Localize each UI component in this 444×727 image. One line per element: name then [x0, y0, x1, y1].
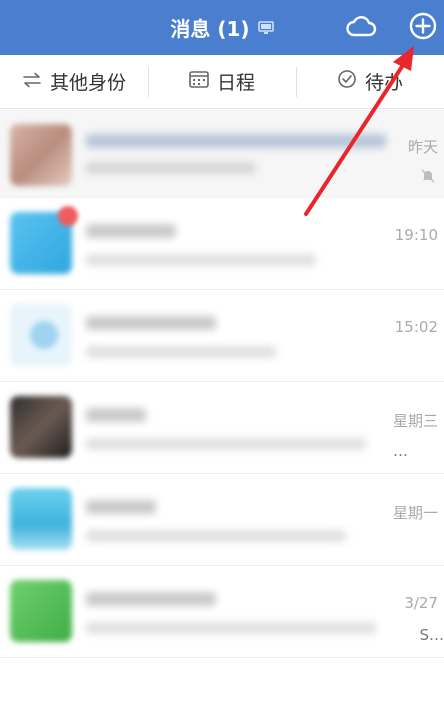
- list-item[interactable]: 昨天: [0, 110, 444, 198]
- timestamp: 星期一: [392, 504, 438, 522]
- preview-tail: S…: [419, 626, 444, 644]
- tab-other-identity[interactable]: 其他身份: [0, 55, 148, 108]
- conversation-preview: [86, 622, 376, 634]
- quick-tabs: 其他身份 日程 待办: [0, 55, 444, 109]
- avatar: [10, 580, 72, 642]
- conversation-list: 昨天 19:10 15:02 星期三 … 星期一 3/27 S…: [0, 110, 444, 658]
- tab-schedule[interactable]: 日程: [148, 55, 296, 108]
- tab-label: 其他身份: [49, 72, 126, 94]
- timestamp: 昨天: [407, 138, 438, 156]
- monitor-icon: [257, 16, 274, 40]
- cloud-button[interactable]: [343, 10, 379, 46]
- page-title-text: 消息 (1): [170, 17, 250, 41]
- timestamp: 19:10: [394, 226, 438, 244]
- cloud-icon: [345, 13, 377, 43]
- list-item[interactable]: 15:02: [0, 290, 444, 382]
- top-bar: 消息 (1): [0, 0, 444, 55]
- add-button[interactable]: [405, 10, 441, 46]
- calendar-icon: [189, 70, 209, 93]
- conversation-name: [86, 408, 146, 422]
- conversation-name: [86, 316, 216, 330]
- conversation-name: [86, 500, 156, 514]
- conversation-preview: [86, 530, 346, 542]
- avatar: [10, 488, 72, 550]
- conversation-preview: [86, 254, 316, 266]
- conversation-name: [86, 592, 216, 606]
- timestamp: 15:02: [394, 318, 438, 336]
- list-item[interactable]: 星期一: [0, 474, 444, 566]
- conversation-preview: [86, 438, 366, 450]
- switch-arrows-icon: [22, 71, 42, 93]
- plus-circle-icon: [408, 11, 438, 45]
- list-item[interactable]: 3/27 S…: [0, 566, 444, 658]
- mute-bell-icon: [420, 168, 436, 188]
- unread-badge: [58, 206, 78, 226]
- avatar: [10, 396, 72, 458]
- timestamp: 星期三: [392, 412, 438, 430]
- tab-todo[interactable]: 待办: [296, 55, 444, 108]
- check-circle-icon: [337, 69, 357, 94]
- tab-label: 待办: [364, 72, 403, 94]
- list-item[interactable]: 星期三 …: [0, 382, 444, 474]
- conversation-preview: [86, 346, 276, 358]
- timestamp: 3/27: [404, 594, 438, 612]
- conversation-preview: [86, 162, 256, 174]
- preview-ellipsis: …: [393, 442, 408, 460]
- tab-label: 日程: [216, 72, 255, 94]
- conversation-name: [86, 224, 176, 238]
- screen: 消息 (1) 其他身份 日程 待办 昨天 19:10 15:02 星期三 … 星…: [0, 0, 444, 727]
- avatar: [10, 304, 72, 366]
- list-item[interactable]: 19:10: [0, 198, 444, 290]
- avatar: [10, 124, 72, 186]
- conversation-name: [86, 134, 386, 148]
